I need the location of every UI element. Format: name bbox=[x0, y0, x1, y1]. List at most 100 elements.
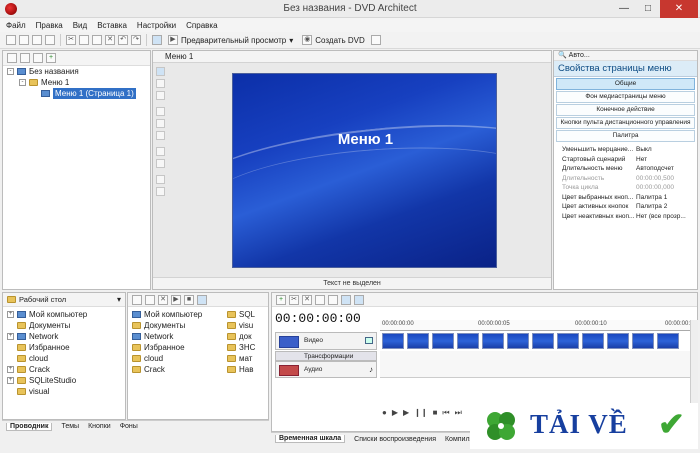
video-clip-thumbnail[interactable] bbox=[432, 333, 454, 349]
tab-timeline[interactable]: Временная шкала bbox=[275, 435, 346, 443]
tab-playlists[interactable]: Списки воспроизведения bbox=[354, 436, 436, 443]
props-tab-palette[interactable]: Палитра bbox=[556, 130, 695, 142]
ripple-icon[interactable] bbox=[354, 294, 364, 305]
expand-icon[interactable]: + bbox=[7, 311, 14, 318]
marker-icon[interactable] bbox=[328, 294, 338, 305]
video-clip-thumbnail[interactable] bbox=[457, 333, 479, 349]
video-clip-thumbnail[interactable] bbox=[657, 333, 679, 349]
expand-icon[interactable]: + bbox=[7, 333, 14, 340]
grid-icon[interactable] bbox=[156, 175, 165, 184]
delete-icon[interactable]: ✕ bbox=[302, 294, 312, 305]
menu-file[interactable]: Файл bbox=[6, 21, 26, 30]
timeline-ruler[interactable]: 00:00:00:00 00:00:00:05 00:00:00:10 00:0… bbox=[380, 320, 697, 331]
paste-icon[interactable] bbox=[92, 35, 102, 45]
mode-icon[interactable] bbox=[152, 35, 162, 45]
tab-explorer[interactable]: Проводник bbox=[6, 422, 53, 431]
delete-icon[interactable]: ✕ bbox=[105, 35, 115, 45]
location-select[interactable]: Рабочий стол bbox=[19, 295, 66, 304]
props-tab-end-action[interactable]: Конечное действие bbox=[556, 104, 695, 116]
property-row[interactable]: Цвет выбранных кноп... Палитра 1 bbox=[554, 193, 697, 203]
property-value[interactable]: Палитра 1 bbox=[636, 193, 697, 203]
file-item[interactable]: cloud bbox=[132, 353, 227, 364]
canvas-tab[interactable]: Меню 1 bbox=[153, 51, 551, 63]
record-icon[interactable]: ● bbox=[382, 408, 387, 418]
maximize-button[interactable]: □ bbox=[636, 0, 660, 18]
explorer-tree-item[interactable]: + Crack bbox=[7, 364, 125, 375]
pause-icon[interactable]: ❙❙ bbox=[414, 408, 427, 418]
vertical-scrollbar[interactable] bbox=[690, 320, 698, 410]
video-clip-thumbnail[interactable] bbox=[632, 333, 654, 349]
dropdown-icon[interactable]: ▾ bbox=[117, 295, 121, 304]
video-clip-thumbnail[interactable] bbox=[482, 333, 504, 349]
collapse-icon[interactable]: - bbox=[19, 79, 26, 86]
expand-icon[interactable]: + bbox=[7, 377, 14, 384]
explorer-tree-item[interactable]: cloud bbox=[7, 353, 125, 364]
preview-button[interactable]: ▶ Предварительный просмотр ▾ bbox=[165, 35, 296, 45]
redo-icon[interactable]: ↷ bbox=[131, 35, 141, 45]
move-tool-icon[interactable] bbox=[156, 91, 165, 100]
explorer-tree-item[interactable]: + Мой компьютер bbox=[7, 309, 125, 320]
props-tab-general[interactable]: Общие bbox=[556, 78, 695, 90]
audio-track-header[interactable]: Аудио ♪ bbox=[275, 361, 377, 378]
video-clip-thumbnail[interactable] bbox=[557, 333, 579, 349]
settings-icon[interactable] bbox=[370, 35, 381, 45]
explorer-tree-item[interactable]: Избранное bbox=[7, 342, 125, 353]
menu-view[interactable]: Вид bbox=[73, 21, 87, 30]
play-from-start-icon[interactable]: ▶ bbox=[392, 408, 398, 418]
property-row[interactable]: Цвет активных кнопок Палитра 2 bbox=[554, 202, 697, 212]
menu-edit[interactable]: Правка bbox=[36, 21, 63, 30]
property-row[interactable]: Стартовый сценарий Нет bbox=[554, 155, 697, 165]
property-value[interactable]: Нет (все прозр... bbox=[636, 212, 697, 222]
close-button[interactable]: ✕ bbox=[660, 0, 698, 18]
size-icon[interactable] bbox=[156, 159, 165, 168]
cut-icon[interactable]: ✂ bbox=[289, 294, 299, 305]
property-row[interactable]: Уменьшить мерцание... Выкл bbox=[554, 145, 697, 155]
transitions-track-header[interactable]: Трансформации bbox=[275, 351, 377, 361]
select-tool-icon[interactable] bbox=[156, 67, 165, 76]
file-item[interactable]: Избранное bbox=[132, 342, 227, 353]
minimize-button[interactable]: — bbox=[612, 0, 636, 18]
tree-page[interactable]: Меню 1 (Страница 1) bbox=[3, 88, 150, 99]
auto-select[interactable]: Авто... bbox=[569, 52, 590, 59]
stop-icon[interactable]: ■ bbox=[433, 408, 438, 418]
speaker-icon[interactable]: ♪ bbox=[369, 365, 373, 374]
stop-icon[interactable]: ■ bbox=[184, 294, 194, 305]
video-clip-thumbnail[interactable] bbox=[382, 333, 404, 349]
snap-icon[interactable] bbox=[341, 294, 351, 305]
align-right-icon[interactable] bbox=[156, 131, 165, 140]
cut-icon[interactable]: ✂ bbox=[66, 35, 76, 45]
property-value[interactable]: Нет bbox=[636, 155, 697, 165]
explorer-tree-item[interactable]: + SQLiteStudio bbox=[7, 375, 125, 386]
property-value[interactable]: Палитра 2 bbox=[636, 202, 697, 212]
new-icon[interactable] bbox=[6, 35, 16, 45]
back-icon[interactable] bbox=[7, 53, 17, 63]
open-icon[interactable] bbox=[19, 35, 29, 45]
file-item[interactable]: Network bbox=[132, 331, 227, 342]
file-item[interactable]: Документы bbox=[132, 320, 227, 331]
property-row[interactable]: Цвет неактивных кноп... Нет (все прозр... bbox=[554, 212, 697, 222]
video-clip-thumbnail[interactable] bbox=[582, 333, 604, 349]
tree-root[interactable]: - Без названия bbox=[3, 66, 150, 77]
delete-icon[interactable]: ✕ bbox=[158, 294, 168, 305]
video-clip-thumbnail[interactable] bbox=[507, 333, 529, 349]
slide-title[interactable]: Меню 1 bbox=[233, 131, 496, 148]
trim-icon[interactable] bbox=[315, 294, 325, 305]
file-item[interactable]: visu bbox=[227, 320, 267, 331]
forward-icon[interactable] bbox=[20, 53, 30, 63]
video-clip-thumbnail[interactable] bbox=[607, 333, 629, 349]
menu-insert[interactable]: Вставка bbox=[97, 21, 127, 30]
play-icon[interactable]: ▶ bbox=[403, 408, 409, 418]
track-mute-icon[interactable] bbox=[365, 337, 373, 344]
add-icon[interactable]: + bbox=[276, 294, 286, 305]
file-item[interactable]: ЗНС bbox=[227, 342, 267, 353]
refresh-icon[interactable] bbox=[33, 53, 43, 63]
menu-settings[interactable]: Настройки bbox=[137, 21, 176, 30]
tab-themes[interactable]: Темы bbox=[61, 423, 79, 430]
props-tab-background[interactable]: Фон медиастраницы меню bbox=[556, 91, 695, 103]
undo-icon[interactable]: ↶ bbox=[118, 35, 128, 45]
file-item[interactable]: мат bbox=[227, 353, 267, 364]
props-tab-remote[interactable]: Кнопки пульта дистанционного управления bbox=[556, 117, 695, 129]
next-icon[interactable]: ⏭ bbox=[455, 408, 462, 418]
tab-buttons[interactable]: Кнопки bbox=[88, 423, 111, 430]
add-icon[interactable]: + bbox=[46, 53, 56, 63]
